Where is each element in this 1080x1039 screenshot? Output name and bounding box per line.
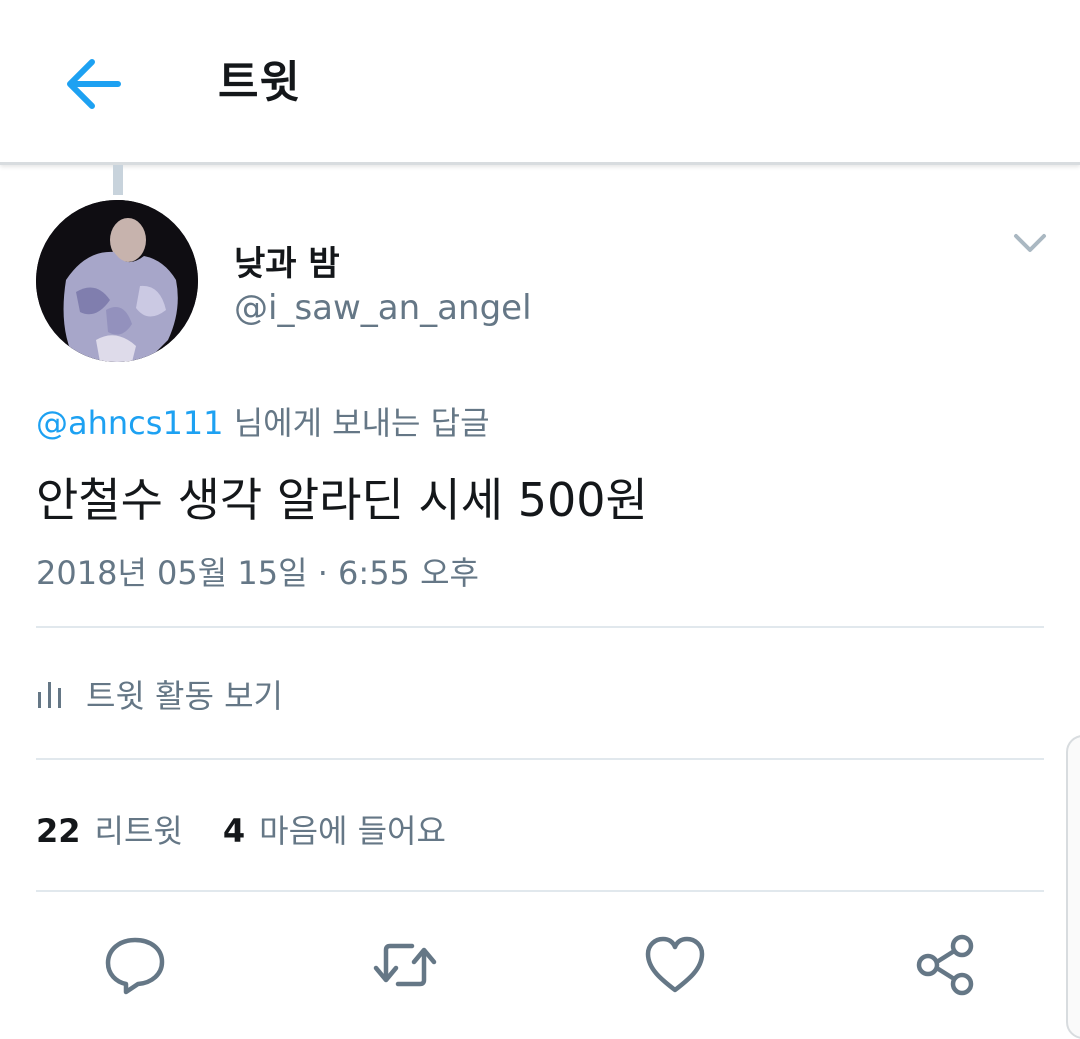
divider bbox=[36, 626, 1044, 628]
reply-button[interactable] bbox=[102, 932, 168, 998]
arrow-left-icon bbox=[67, 59, 121, 109]
like-label[interactable]: 마음에 들어요 bbox=[259, 806, 446, 852]
back-button[interactable] bbox=[56, 48, 128, 120]
retweet-count[interactable]: 22 bbox=[36, 812, 81, 850]
retweet-button[interactable] bbox=[372, 932, 438, 998]
reply-context: @ahncs111 님에게 보내는 답글 bbox=[36, 398, 490, 444]
thread-connector-line bbox=[113, 165, 123, 195]
retweet-icon bbox=[373, 943, 437, 987]
avatar[interactable] bbox=[36, 200, 198, 362]
view-tweet-activity-label: 트윗 활동 보기 bbox=[86, 677, 283, 715]
chevron-down-icon bbox=[1014, 234, 1046, 252]
reply-icon bbox=[105, 937, 165, 995]
like-count[interactable]: 4 bbox=[223, 812, 245, 850]
like-button[interactable] bbox=[642, 932, 708, 998]
tweet-timestamp: 2018년 05월 15일 · 6:55 오후 bbox=[36, 554, 479, 592]
tweet-text: 안철수 생각 알라딘 시세 500원 bbox=[36, 473, 648, 527]
view-tweet-activity-link[interactable]: 트윗 활동 보기 bbox=[36, 672, 283, 716]
reply-context-label: 님에게 보내는 답글 bbox=[223, 404, 490, 442]
profile-photo-icon bbox=[36, 200, 198, 362]
page-title: 트윗 bbox=[218, 57, 301, 108]
scrollbar-edge[interactable] bbox=[1066, 735, 1080, 1039]
share-icon bbox=[916, 934, 974, 996]
divider bbox=[36, 758, 1044, 760]
display-name[interactable]: 낮과 밤 bbox=[234, 236, 340, 285]
reply-mention-link[interactable]: @ahncs111 bbox=[36, 404, 224, 442]
more-options-button[interactable] bbox=[1010, 228, 1050, 260]
retweet-label[interactable]: 리트윗 bbox=[95, 806, 183, 852]
bar-chart-icon bbox=[38, 682, 61, 708]
share-button[interactable] bbox=[912, 932, 978, 998]
top-app-bar: 트윗 bbox=[0, 0, 1080, 165]
divider bbox=[36, 890, 1044, 892]
user-handle[interactable]: @i_saw_an_angel bbox=[234, 288, 532, 328]
tweet-stats: 22 리트윗 4 마음에 들어요 bbox=[36, 806, 446, 852]
heart-icon bbox=[645, 936, 705, 993]
